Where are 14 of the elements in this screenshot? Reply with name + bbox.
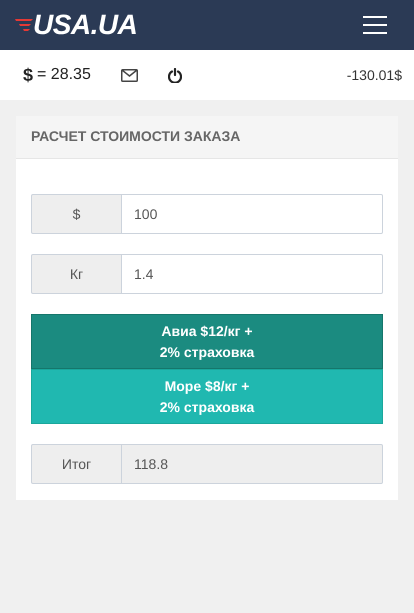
account-balance: -130.01$ — [346, 67, 402, 83]
card-title: РАСЧЕТ СТОИМОСТИ ЗАКАЗА — [31, 128, 240, 144]
speed-stripes-icon — [15, 18, 33, 32]
exchange-rate: $ = 28.35 — [23, 64, 91, 86]
input-field[interactable]: 100 — [121, 194, 383, 234]
logo[interactable]: USA.UA — [15, 9, 138, 41]
menu-button[interactable] — [363, 16, 387, 34]
field-label: Итог — [31, 444, 121, 484]
input-field[interactable]: 1.4 — [121, 254, 383, 294]
mail-icon[interactable] — [120, 68, 138, 82]
field-label: Кг — [31, 254, 121, 294]
shipping-option-button[interactable]: Авиа $12/кг + 2% страховка — [31, 314, 383, 369]
field-label: $ — [31, 194, 121, 234]
power-icon[interactable] — [168, 68, 182, 82]
